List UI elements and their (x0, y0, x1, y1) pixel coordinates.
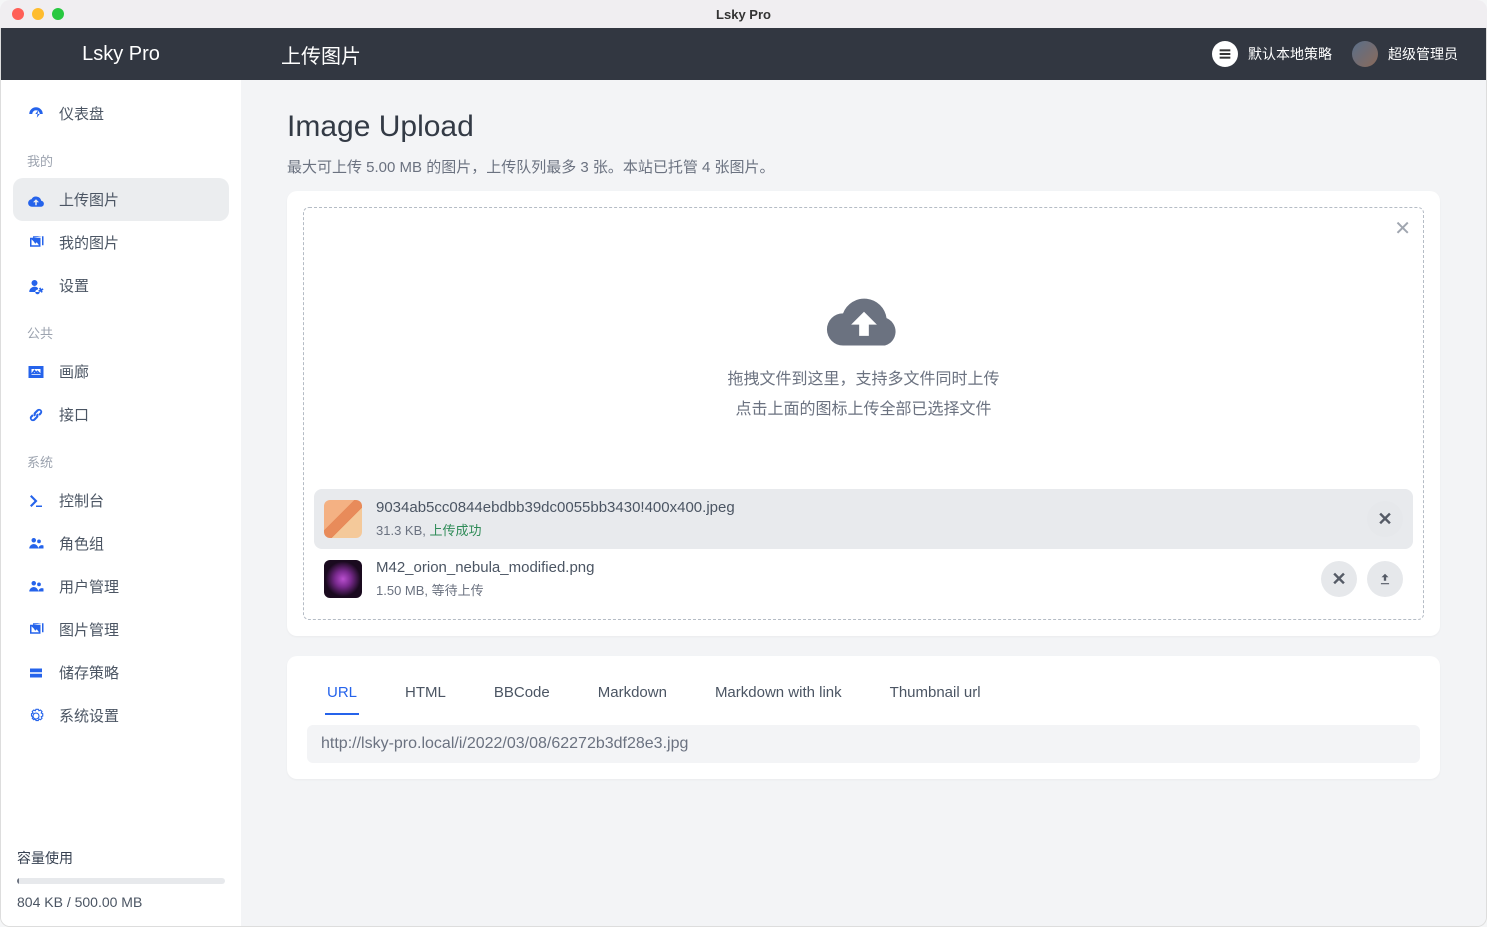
file-remove-button[interactable]: ✕ (1367, 501, 1403, 537)
upload-dropzone[interactable]: ✕ 拖拽文件到这里，支持多文件同时上传 点击上面的图标上传全部已选择文件 903… (303, 207, 1424, 620)
tab[interactable]: Thumbnail url (888, 672, 983, 715)
tab[interactable]: URL (325, 672, 359, 715)
dashboard-icon (27, 105, 45, 123)
dropzone-close-icon[interactable]: ✕ (1394, 216, 1411, 241)
roles-icon (27, 535, 45, 553)
sidebar-item-label: 我的图片 (59, 232, 119, 253)
sidebar-item[interactable]: 角色组 (13, 522, 229, 565)
capacity-label: 容量使用 (17, 848, 225, 868)
capacity-text: 804 KB / 500.00 MB (17, 894, 225, 910)
sidebar-item[interactable]: 上传图片 (13, 178, 229, 221)
tab[interactable]: Markdown with link (713, 672, 844, 715)
sidebar-item-label: 用户管理 (59, 576, 119, 597)
sidebar-item[interactable]: 控制台 (13, 479, 229, 522)
user-menu[interactable]: 超级管理员 (1352, 41, 1458, 67)
tab[interactable]: Markdown (596, 672, 669, 715)
sidebar-item-label: 设置 (59, 275, 89, 296)
sidebar-item-label: 画廊 (59, 361, 89, 382)
sidebar-item-label: 图片管理 (59, 619, 119, 640)
file-name: M42_orion_nebula_modified.png (376, 559, 1321, 576)
sidebar-section: 系统 (13, 436, 229, 479)
user-name: 超级管理员 (1388, 44, 1458, 64)
sidebar-item-label: 角色组 (59, 533, 104, 554)
sidebar-item[interactable]: 画廊 (13, 350, 229, 393)
file-meta: 1.50 MB, 等待上传 (376, 580, 1321, 599)
users-icon (27, 578, 45, 596)
sidebar-item-label: 接口 (59, 404, 89, 425)
sidebar-item[interactable]: 接口 (13, 393, 229, 436)
storage-icon (27, 664, 45, 682)
avatar (1352, 41, 1378, 67)
images-icon (27, 234, 45, 252)
cloud-upload-icon[interactable] (824, 294, 904, 352)
file-meta: 31.3 KB, 上传成功 (376, 520, 1367, 539)
sidebar-section: 公共 (13, 307, 229, 350)
close-window[interactable] (12, 8, 24, 20)
console-icon (27, 492, 45, 510)
sidebar-item[interactable]: 系统设置 (13, 694, 229, 737)
capacity-bar (17, 878, 225, 884)
brand[interactable]: Lsky Pro (1, 43, 241, 66)
file-thumbnail (324, 560, 362, 598)
dropzone-line2: 点击上面的图标上传全部已选择文件 (314, 395, 1413, 419)
sidebar-section: 我的 (13, 135, 229, 178)
page-subtitle: 最大可上传 5.00 MB 的图片，上传队列最多 3 张。本站已托管 4 张图片… (287, 156, 1440, 177)
page-title: Image Upload (287, 110, 1440, 144)
page-heading: 上传图片 (241, 40, 1212, 69)
file-row: M42_orion_nebula_modified.png 1.50 MB, 等待… (314, 549, 1413, 609)
file-name: 9034ab5cc0844ebdbb39dc0055bb3430!400x400… (376, 499, 1367, 516)
sidebar-item-label: 控制台 (59, 490, 104, 511)
sidebar-item[interactable]: 用户管理 (13, 565, 229, 608)
maximize-window[interactable] (52, 8, 64, 20)
image-manage-icon (27, 621, 45, 639)
api-icon (27, 406, 45, 424)
sidebar-item-label: 储存策略 (59, 662, 119, 683)
strategy-selector[interactable]: 默认本地策略 (1212, 41, 1332, 67)
gallery-icon (27, 363, 45, 381)
upload-icon (27, 191, 45, 209)
sidebar-item[interactable]: 设置 (13, 264, 229, 307)
sidebar-item[interactable]: 我的图片 (13, 221, 229, 264)
file-thumbnail (324, 500, 362, 538)
strategy-icon (1212, 41, 1238, 67)
sidebar-item-label: 仪表盘 (59, 103, 104, 124)
sidebar-item[interactable]: 图片管理 (13, 608, 229, 651)
window-title: Lsky Pro (716, 7, 771, 22)
sidebar-item[interactable]: 仪表盘 (13, 92, 229, 135)
strategy-label: 默认本地策略 (1248, 44, 1332, 64)
tab[interactable]: HTML (403, 672, 448, 715)
sidebar-item[interactable]: 储存策略 (13, 651, 229, 694)
sidebar-item-label: 上传图片 (59, 189, 119, 210)
dropzone-line1: 拖拽文件到这里，支持多文件同时上传 (314, 365, 1413, 389)
sidebar-item-label: 系统设置 (59, 705, 119, 726)
system-settings-icon (27, 707, 45, 725)
file-remove-button[interactable]: ✕ (1321, 561, 1357, 597)
file-row: 9034ab5cc0844ebdbb39dc0055bb3430!400x400… (314, 489, 1413, 549)
minimize-window[interactable] (32, 8, 44, 20)
url-output[interactable]: http://lsky-pro.local/i/2022/03/08/62272… (307, 725, 1420, 763)
file-upload-button[interactable] (1367, 561, 1403, 597)
tab[interactable]: BBCode (492, 672, 552, 715)
user-settings-icon (27, 277, 45, 295)
